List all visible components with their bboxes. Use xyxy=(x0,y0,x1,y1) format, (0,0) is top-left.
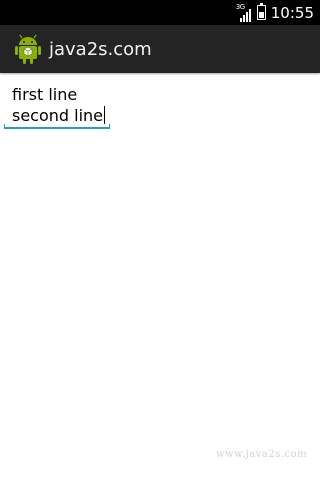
edit-text-underline xyxy=(4,124,110,129)
edit-text-content[interactable]: first line second line xyxy=(12,84,106,126)
watermark: www.java2s.com xyxy=(216,449,308,460)
edit-text-line-2: second line xyxy=(12,106,104,125)
signal-bars xyxy=(239,8,251,22)
android-robot-icon[interactable] xyxy=(14,33,42,65)
edit-text-line-1: first line xyxy=(12,85,78,104)
action-bar: java2s.com xyxy=(0,25,320,73)
text-cursor xyxy=(104,106,106,124)
status-bar: 3G 10:55 xyxy=(0,0,320,25)
status-icons: 3G 10:55 xyxy=(236,0,314,25)
status-time: 10:55 xyxy=(270,3,314,22)
multiline-edit-text[interactable]: first line second line xyxy=(4,84,110,130)
battery-charging-icon xyxy=(256,3,266,20)
app-title: java2s.com xyxy=(49,38,152,60)
signal-icon: 3G xyxy=(236,3,252,22)
